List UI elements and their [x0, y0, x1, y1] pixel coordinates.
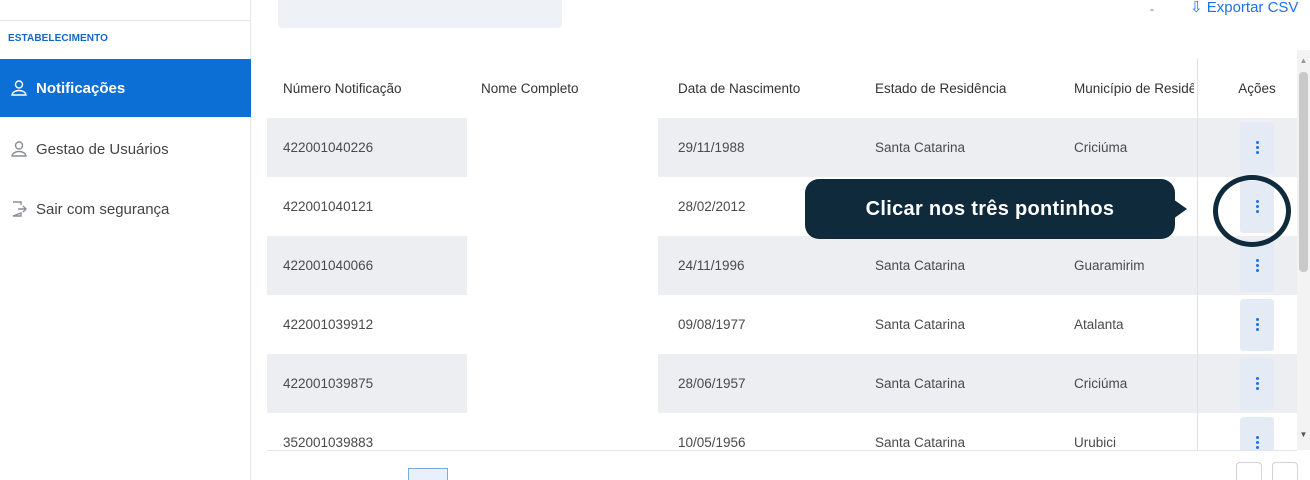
cell-numero: 422001039875: [283, 376, 374, 391]
kebab-menu-button[interactable]: [1240, 357, 1274, 410]
header-numero[interactable]: Número Notificação: [283, 58, 473, 118]
cell-numero: 422001039912: [283, 317, 374, 332]
scroll-up-icon[interactable]: ▲: [1297, 56, 1310, 66]
cell-nascimento: 28/06/1957: [678, 376, 746, 391]
next-page-button[interactable]: [1272, 462, 1298, 480]
cell-estado: Santa Catarina: [875, 376, 966, 391]
cell-estado: Santa Catarina: [875, 435, 966, 450]
cell-estado: Santa Catarina: [875, 258, 966, 273]
sidebar-item-gestao-usuarios[interactable]: Gestao de Usuários: [0, 120, 251, 178]
header-municipio[interactable]: Município de Residên: [1074, 58, 1194, 118]
cell-nome: [481, 118, 661, 177]
cell-municipio: Guaramirim: [1074, 258, 1145, 273]
table-row[interactable]: 422001040226 29/11/1988 Santa Catarina C…: [267, 118, 1297, 177]
user-icon: [8, 138, 30, 160]
kebab-menu-button[interactable]: [1240, 298, 1274, 351]
footer-divider: [267, 450, 1297, 451]
cell-municipio: Criciúma: [1074, 376, 1128, 391]
section-label: ESTABELECIMENTO: [8, 33, 109, 44]
cell-municipio: Criciúma: [1074, 140, 1128, 155]
cell-municipio: Atalanta: [1074, 317, 1124, 332]
table-row[interactable]: 352001039883 10/05/1956 Santa Catarina U…: [267, 413, 1297, 450]
cell-nome: [481, 177, 661, 236]
instruction-callout: Clicar nos três pontinhos: [805, 179, 1175, 239]
logout-icon: [8, 198, 30, 220]
cell-nome: [481, 236, 661, 295]
sidebar: ESTABELECIMENTO Notificações Gestao de U…: [0, 0, 251, 480]
scroll-down-icon[interactable]: ▼: [1297, 430, 1310, 440]
cell-nome: [481, 295, 661, 354]
table-row[interactable]: 422001040066 24/11/1996 Santa Catarina G…: [267, 236, 1297, 295]
cell-numero: 422001040066: [283, 258, 374, 273]
cell-nascimento: 24/11/1996: [678, 258, 745, 273]
header-estado[interactable]: Estado de Residência: [875, 58, 1065, 118]
cell-nascimento: 29/11/1988: [678, 140, 745, 155]
table-scrollbar[interactable]: ▲ ▼: [1297, 50, 1310, 450]
sidebar-item-label: Gestao de Usuários: [36, 140, 169, 158]
table-row[interactable]: 422001039875 28/06/1957 Santa Catarina C…: [267, 354, 1297, 413]
header-acoes: Ações: [1238, 80, 1276, 96]
page-size-select[interactable]: [408, 468, 448, 480]
cell-nome: [481, 354, 661, 413]
table-header: Número Notificação Nome Completo Data de…: [267, 58, 1297, 118]
table-row[interactable]: 422001039912 09/08/1977 Santa Catarina A…: [267, 295, 1297, 354]
cell-numero: 422001040121: [283, 199, 374, 214]
acoes-column-divider: [1197, 58, 1198, 450]
header-nascimento[interactable]: Data de Nascimento: [678, 58, 858, 118]
cell-nascimento: 09/08/1977: [678, 317, 746, 332]
user-icon: [8, 77, 30, 99]
sidebar-item-notificacoes[interactable]: Notificações: [0, 59, 251, 117]
callout-arrow: [1173, 199, 1187, 219]
cell-municipio: Urubici: [1074, 435, 1117, 450]
search-input[interactable]: [278, 0, 562, 28]
kebab-menu-button[interactable]: [1240, 121, 1274, 174]
notifications-table: Número Notificação Nome Completo Data de…: [267, 58, 1297, 450]
highlight-ring: [1213, 175, 1291, 247]
cell-nascimento: 10/05/1956: [678, 435, 746, 450]
cell-estado: Santa Catarina: [875, 140, 966, 155]
kebab-menu-button[interactable]: [1240, 416, 1274, 450]
kebab-menu-button[interactable]: [1240, 239, 1274, 292]
scroll-thumb[interactable]: [1299, 72, 1308, 272]
separator-dash: -: [1150, 2, 1154, 16]
cell-nome: [481, 413, 661, 450]
search-box[interactable]: [278, 0, 562, 28]
cell-numero: 352001039883: [283, 435, 374, 450]
header-nome[interactable]: Nome Completo: [481, 58, 661, 118]
sidebar-item-sair[interactable]: Sair com segurança: [0, 180, 251, 238]
cell-numero: 422001040226: [283, 140, 374, 155]
export-csv-link[interactable]: ⇩ Exportar CSV: [1190, 0, 1298, 16]
sidebar-item-label: Notificações: [36, 79, 126, 97]
cell-estado: Santa Catarina: [875, 317, 966, 332]
prev-page-button[interactable]: [1236, 462, 1262, 480]
sidebar-item-label: Sair com segurança: [36, 200, 170, 218]
sidebar-divider: [0, 20, 251, 21]
